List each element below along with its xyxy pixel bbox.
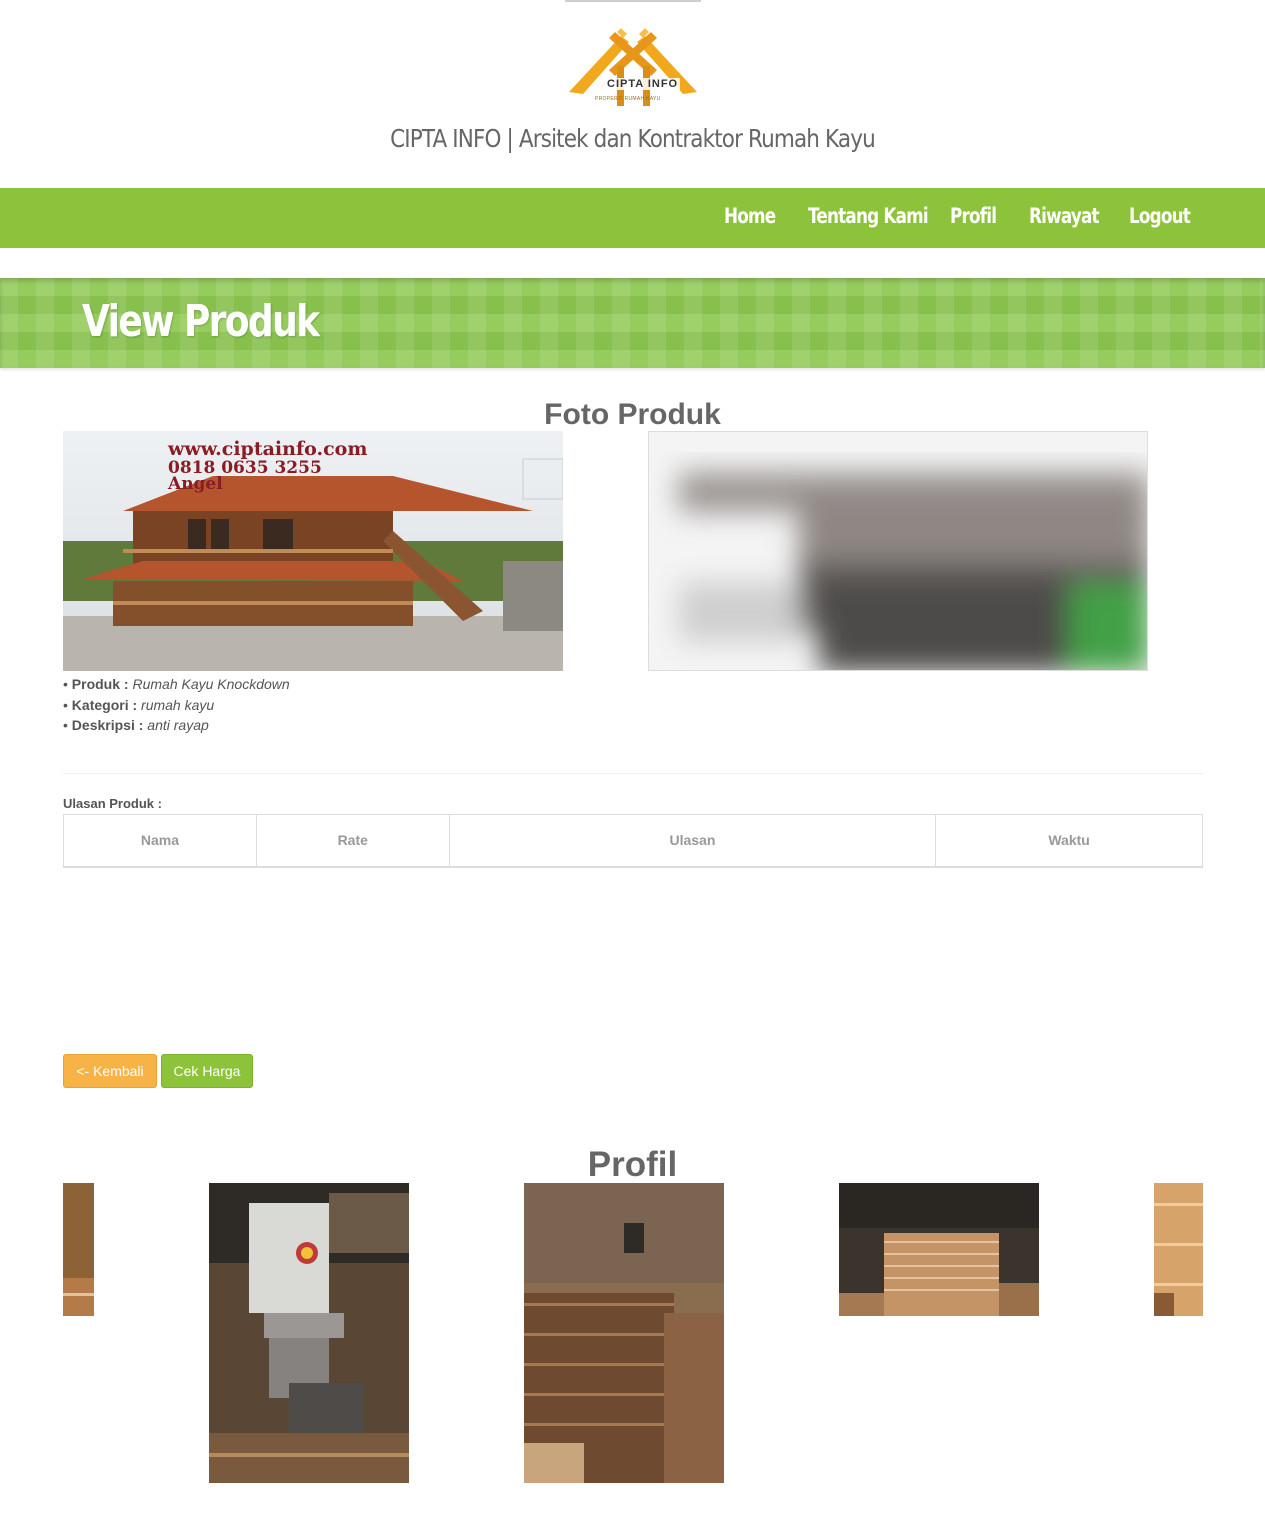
detail-produk: • Produk : Rumah Kayu Knockdown bbox=[63, 676, 290, 692]
bandsaw-machine-image bbox=[209, 1183, 409, 1483]
nav-logout[interactable]: Logout bbox=[1129, 204, 1191, 228]
reviews-table: Nama Rate Ulasan Waktu bbox=[63, 814, 1203, 868]
col-ulasan[interactable]: Ulasan bbox=[448, 814, 937, 868]
page-title: View Produk bbox=[82, 296, 320, 347]
main-navbar: Home Tentang Kami Profil Riwayat Logout bbox=[0, 188, 1265, 248]
page-banner: View Produk bbox=[0, 278, 1265, 368]
gallery-image-planks[interactable] bbox=[839, 1183, 1039, 1316]
nav-profil[interactable]: Profil bbox=[950, 204, 997, 228]
gallery-image-bandsaw[interactable] bbox=[209, 1183, 409, 1483]
blurred-product-image bbox=[649, 432, 1147, 670]
product-photo-secondary[interactable] bbox=[648, 431, 1148, 671]
watermark-url: www.ciptainfo.com bbox=[167, 438, 367, 460]
gallery-image-partial-left[interactable] bbox=[63, 1183, 94, 1316]
check-price-button[interactable]: Cek Harga bbox=[161, 1054, 253, 1088]
top-divider bbox=[565, 0, 701, 2]
logo-tagline: PROPERTI RUMAH KAYU bbox=[595, 96, 661, 102]
back-button[interactable]: <- Kembali bbox=[63, 1054, 157, 1088]
section-divider bbox=[63, 773, 1203, 774]
sawdust-image bbox=[63, 1183, 94, 1316]
nav-home[interactable]: Home bbox=[724, 204, 776, 228]
reviews-label: Ulasan Produk : bbox=[63, 796, 162, 811]
kategori-value: rumah kayu bbox=[141, 696, 215, 713]
profil-heading: Profil bbox=[587, 1145, 678, 1184]
site-logo[interactable]: CIPTA INFO PROPERTI RUMAH KAYU bbox=[565, 26, 701, 114]
gallery-image-wood-stack[interactable] bbox=[524, 1183, 724, 1483]
wooden-house-image: www.ciptainfo.com 0818 0635 3255 Angel bbox=[63, 431, 563, 671]
watermark-name: Angel bbox=[167, 474, 223, 494]
nav-tentang-kami[interactable]: Tentang Kami bbox=[808, 204, 929, 228]
foto-produk-heading: Foto Produk bbox=[544, 398, 721, 431]
wood-stack-image bbox=[524, 1183, 724, 1483]
product-photo-main[interactable]: www.ciptainfo.com 0818 0635 3255 Angel bbox=[63, 431, 563, 671]
deskripsi-value: anti rayap bbox=[147, 717, 209, 733]
site-title: CIPTA INFO | Arsitek dan Kontraktor Ruma… bbox=[390, 124, 876, 153]
col-nama[interactable]: Nama bbox=[63, 814, 257, 868]
produk-value: Rumah Kayu Knockdown bbox=[132, 676, 290, 692]
nav-riwayat[interactable]: Riwayat bbox=[1029, 204, 1100, 228]
detail-kategori: • Kategori : rumah kayu bbox=[63, 696, 215, 713]
col-waktu[interactable]: Waktu bbox=[935, 814, 1203, 868]
detail-deskripsi: • Deskripsi : anti rayap bbox=[63, 717, 209, 733]
planks-image bbox=[839, 1183, 1039, 1316]
logo-text: CIPTA INFO bbox=[605, 78, 681, 90]
col-rate[interactable]: Rate bbox=[255, 814, 450, 868]
gallery-image-partial-right[interactable] bbox=[1154, 1183, 1203, 1316]
product-details: • Produk : Rumah Kayu Knockdown • Katego… bbox=[63, 674, 290, 736]
lumber-image bbox=[1154, 1183, 1203, 1316]
